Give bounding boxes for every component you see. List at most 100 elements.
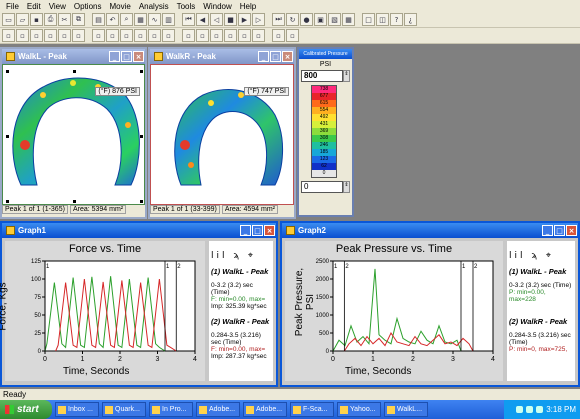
maximize-button[interactable]: □ [121,51,132,62]
box-icon[interactable]: ▫ [16,29,29,42]
trajectory-icon[interactable]: ▫ [72,29,85,42]
prev-frame-icon[interactable]: ◀ [196,13,209,26]
contour-icon[interactable]: ▫ [92,29,105,42]
table-icon[interactable]: ▥ [162,13,175,26]
walkr-peak-window[interactable]: WalkR - Peak _ □ × (°F) 747 PSI Peak 1 o… [148,47,296,219]
open-icon[interactable]: ▱ [16,13,29,26]
minimize-button[interactable]: _ [109,51,120,62]
close-button[interactable]: × [264,225,275,236]
taskbar-item[interactable]: Adobe... [196,402,240,417]
walkl-titlebar[interactable]: WalkL - Peak _ □ × [2,49,145,64]
spinner-icon[interactable]: ⇕ [343,70,350,82]
help-icon[interactable]: ? [390,13,403,26]
tile2-icon[interactable]: ▫ [252,29,265,42]
cof-icon[interactable]: ▫ [58,29,71,42]
flip-icon[interactable]: ▫ [210,29,223,42]
tile-icon[interactable]: ▦ [342,13,355,26]
menu-options[interactable]: Options [70,2,106,11]
pressure-map-view[interactable]: (°F) 876 PSI [2,64,145,205]
maximize-button[interactable]: □ [554,225,565,236]
legend-titlebar[interactable]: Calibrated Pressure [299,49,352,59]
print-icon[interactable]: ⎙ [44,13,57,26]
minimize-button[interactable]: _ [542,225,553,236]
legend-icon[interactable]: ▫ [148,29,161,42]
window-icon[interactable]: ▫ [272,29,285,42]
taskbar-item[interactable]: In Pro... [149,402,193,417]
menu-edit[interactable]: Edit [23,2,45,11]
close-button[interactable]: × [133,51,144,62]
graph1-window[interactable]: Graph1 _ □ × Force vs. Time Force, Kgs 0… [0,221,278,387]
play-icon[interactable]: ▶ [238,13,251,26]
menu-analysis[interactable]: Analysis [135,2,173,11]
graph2-titlebar[interactable]: Graph2 _ □ × [282,223,578,238]
minimize-button[interactable]: _ [240,225,251,236]
menu-movie[interactable]: Movie [105,2,134,11]
color-icon[interactable]: ▫ [134,29,147,42]
tray-icon[interactable] [526,406,534,413]
about-icon[interactable]: ¿ [404,13,417,26]
scale-icon[interactable]: ▫ [224,29,237,42]
taskbar-item[interactable]: Quark... [102,402,146,417]
taskbar-item[interactable]: F-Sca... [290,402,334,417]
undo-icon[interactable]: ↶ [106,13,119,26]
save-icon[interactable]: ▪ [30,13,43,26]
close-button[interactable]: × [282,51,293,62]
close-all-icon[interactable]: ▫ [286,29,299,42]
tray-icon[interactable] [516,406,524,413]
cut-icon[interactable]: ✂ [58,13,71,26]
last-frame-icon[interactable]: ⏭ [272,13,285,26]
grid2-icon[interactable]: ▫ [238,29,251,42]
legend-min-input[interactable]: 0 [301,181,343,193]
grid-icon[interactable]: ▦ [134,13,147,26]
rotate-icon[interactable]: ▫ [196,29,209,42]
copy-icon[interactable]: ⧉ [72,13,85,26]
y-tick-label: 1000 [316,313,330,319]
taskbar-item[interactable]: Adobe... [243,402,287,417]
graph-tools-icons[interactable]: lil ϡ ⌖ [211,251,271,261]
stop-icon[interactable]: ■ [224,13,237,26]
taskbar-item[interactable]: WalkL... [384,402,428,417]
zoom-icon[interactable]: ⌕ [120,13,133,26]
select-icon[interactable]: ▫ [2,29,15,42]
maximize-button[interactable]: □ [252,225,263,236]
spinner-icon[interactable]: ⇕ [343,181,350,193]
graph-icon[interactable]: ∿ [148,13,161,26]
menu-file[interactable]: File [2,2,23,11]
pressure-map-view[interactable]: (°F) 747 PSI [150,64,294,205]
mask-icon[interactable]: ▫ [30,29,43,42]
overlay-icon[interactable]: ◫ [376,13,389,26]
calibrate-icon[interactable]: ▫ [162,29,175,42]
new-icon[interactable]: ▭ [2,13,15,26]
frame-icon[interactable]: □ [362,13,375,26]
menu-help[interactable]: Help [236,2,260,11]
legend-max-input[interactable]: 800 [301,70,343,82]
walkl-peak-window[interactable]: WalkL - Peak _ □ × (°F) 876 PSI Peak 1 o… [0,47,147,219]
close-button[interactable]: × [566,225,577,236]
taskbar-item[interactable]: Yahoo... [337,402,381,417]
record-icon[interactable]: ● [300,13,313,26]
camera-icon[interactable]: ▣ [314,13,327,26]
taskbar-item[interactable]: Inbox ... [55,402,99,417]
3d-icon[interactable]: ▫ [106,29,119,42]
loop-icon[interactable]: ↻ [286,13,299,26]
maximize-button[interactable]: □ [270,51,281,62]
graph2-window[interactable]: Graph2 _ □ × Peak Pressure vs. Time Peak… [280,221,580,387]
play-back-icon[interactable]: ◁ [210,13,223,26]
graph1-titlebar[interactable]: Graph1 _ □ × [2,223,276,238]
paste-icon[interactable]: ▤ [92,13,105,26]
menu-tools[interactable]: Tools [173,2,200,11]
film-icon[interactable]: ▧ [328,13,341,26]
next-frame-icon[interactable]: ▷ [252,13,265,26]
minimize-button[interactable]: _ [258,51,269,62]
sensor-icon[interactable]: ▫ [182,29,195,42]
calibrated-pressure-legend[interactable]: Calibrated Pressure PSI 800 ⇕ 738 677 615 5… [297,47,354,217]
peak-icon[interactable]: ▫ [44,29,57,42]
start-button[interactable]: start [0,400,52,419]
graph-tools-icons[interactable]: lil ϡ ⌖ [509,251,573,261]
menu-window[interactable]: Window [199,2,235,11]
first-frame-icon[interactable]: ⏮ [182,13,195,26]
2d-icon[interactable]: ▫ [120,29,133,42]
walkr-titlebar[interactable]: WalkR - Peak _ □ × [150,49,294,64]
menu-view[interactable]: View [45,2,70,11]
tray-icon[interactable] [536,406,544,413]
